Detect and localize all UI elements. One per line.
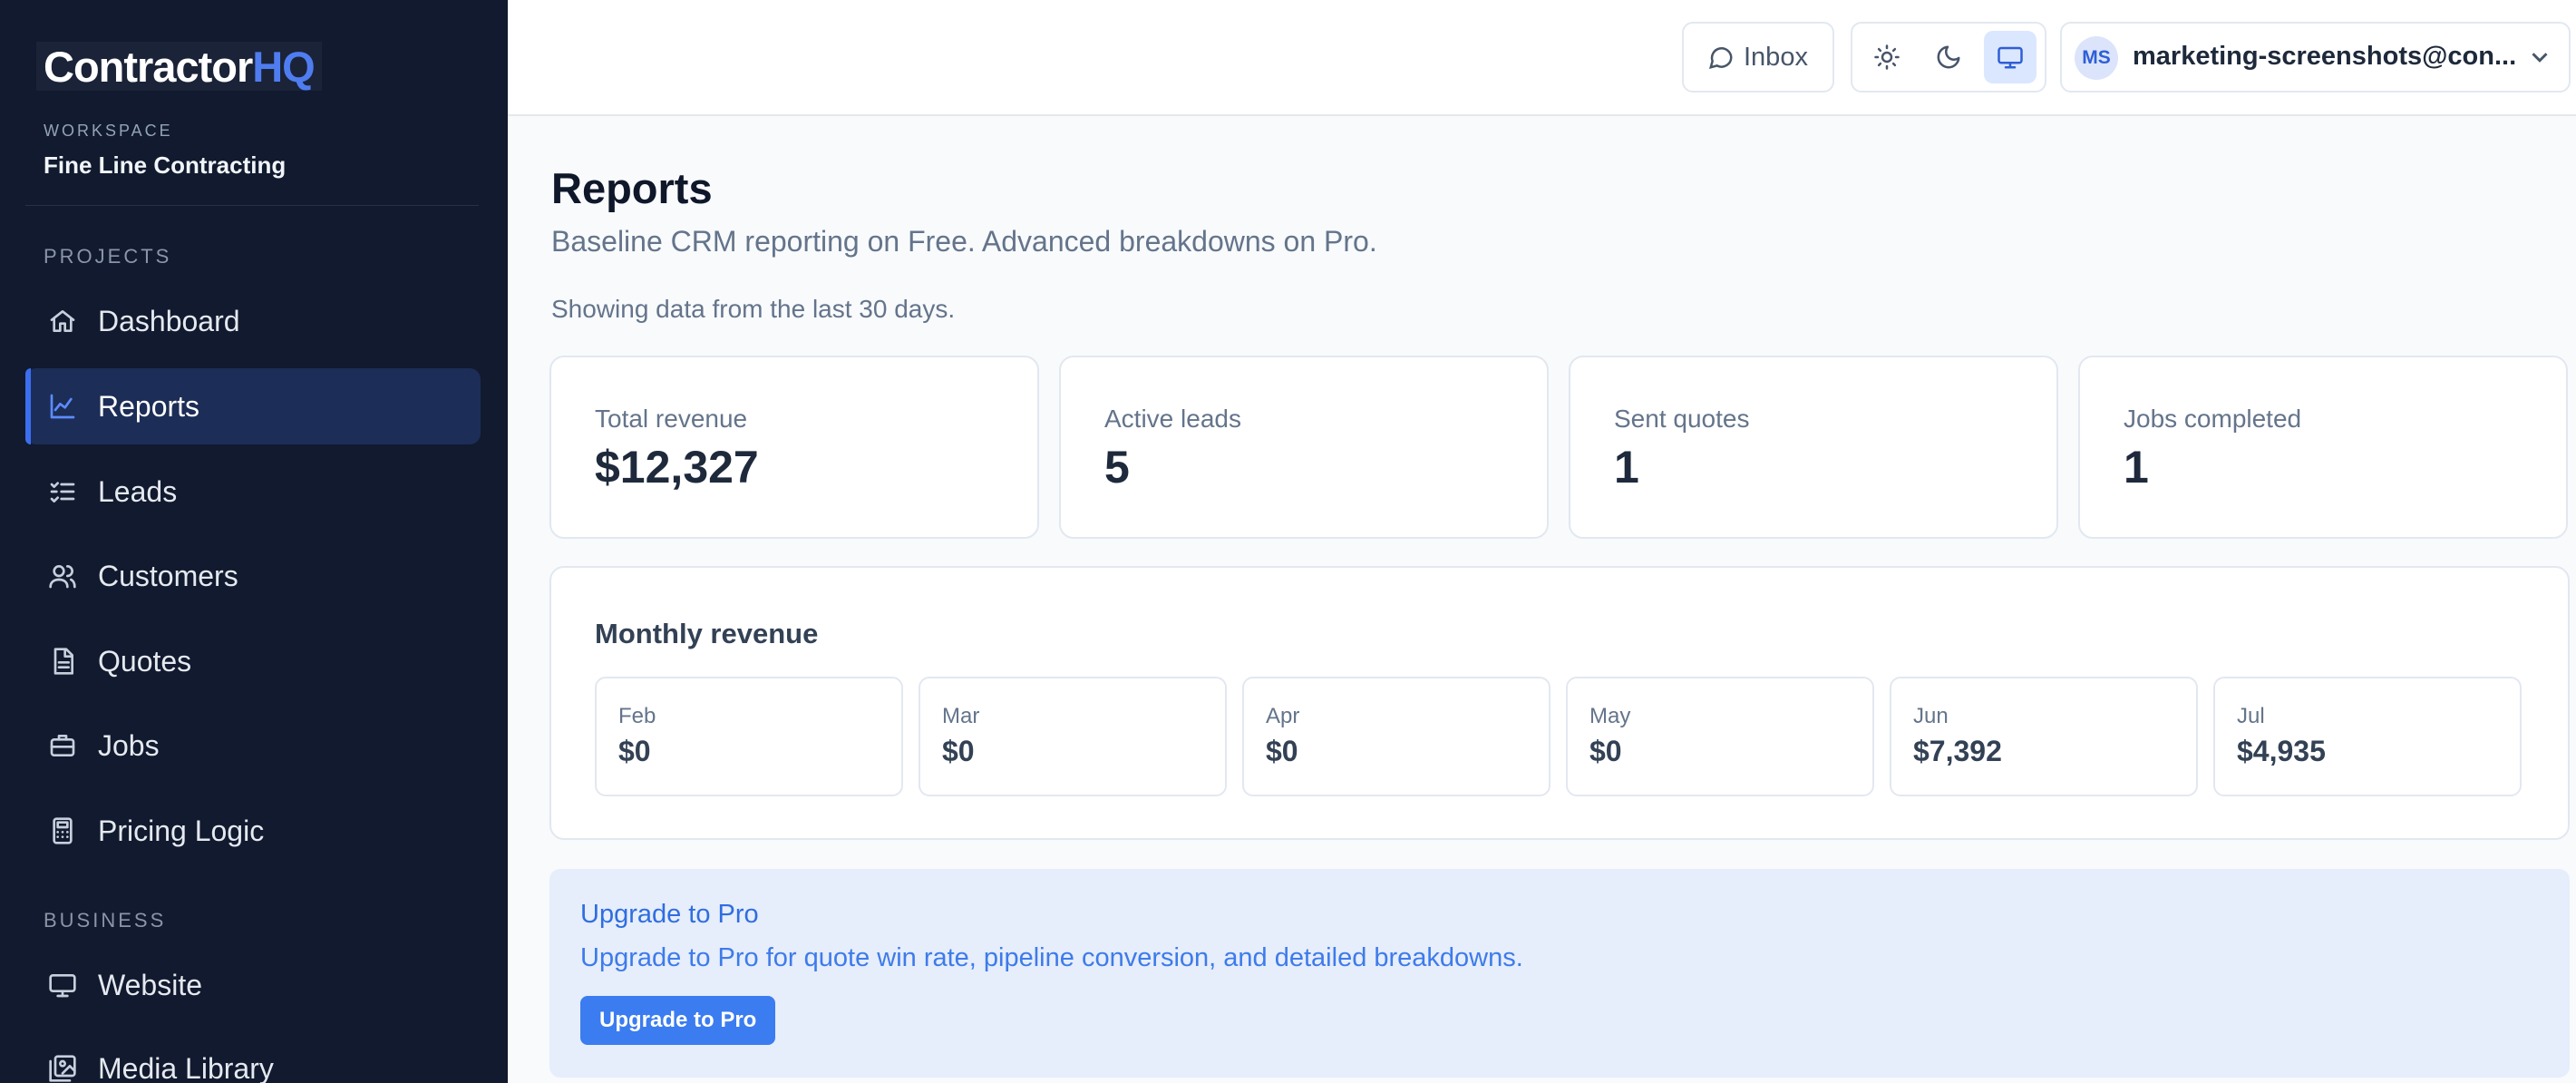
- upgrade-button[interactable]: Upgrade to Pro: [580, 996, 776, 1045]
- month-value: $0: [942, 735, 975, 767]
- inbox-label: Inbox: [1744, 42, 1808, 72]
- month-label: Jun: [1913, 704, 1949, 728]
- sidebar-item-label: Pricing Logic: [98, 814, 265, 847]
- home-icon: [47, 306, 78, 337]
- theme-system-button[interactable]: [1984, 31, 2036, 83]
- sidebar-item-quotes[interactable]: Quotes: [25, 623, 481, 699]
- stat-value: 1: [1614, 442, 1639, 493]
- inbox-button[interactable]: Inbox: [1682, 22, 1834, 93]
- sidebar-item-leads[interactable]: Leads: [25, 454, 481, 530]
- stat-label: Total revenue: [595, 405, 748, 433]
- stat-card-sent-quotes: Sent quotes 1: [1569, 356, 2058, 539]
- page-subtitle: Baseline CRM reporting on Free. Advanced…: [551, 225, 1377, 258]
- brand-name-accent: HQ: [252, 42, 315, 91]
- list-check-icon: [47, 476, 78, 507]
- sidebar-item-customers[interactable]: Customers: [25, 538, 481, 614]
- brand-logo[interactable]: Contractor HQ: [36, 42, 322, 91]
- topbar: Inbox MS marketing-screenshots@con...: [508, 0, 2576, 116]
- upgrade-banner: Upgrade to Pro Upgrade to Pro for quote …: [549, 869, 2570, 1078]
- account-menu[interactable]: MS marketing-screenshots@con...: [2060, 22, 2571, 93]
- users-icon: [47, 561, 78, 591]
- month-label: Jul: [2237, 704, 2265, 728]
- sidebar-item-label: Dashboard: [98, 304, 240, 337]
- stat-label: Jobs completed: [2124, 405, 2302, 433]
- stat-value: $12,327: [595, 442, 759, 493]
- month-card: Jul $4,935: [2213, 677, 2522, 796]
- monthly-revenue-title: Monthly revenue: [595, 618, 819, 649]
- theme-switcher: [1851, 22, 2046, 93]
- month-card: May $0: [1566, 677, 1874, 796]
- sidebar-item-label: Quotes: [98, 644, 192, 678]
- stat-card-active-leads: Active leads 5: [1059, 356, 1549, 539]
- sun-icon: [1874, 44, 1900, 70]
- stat-card-total-revenue: Total revenue $12,327: [549, 356, 1039, 539]
- sidebar: Contractor HQ WORKSPACE Fine Line Contrac…: [0, 0, 508, 1083]
- stat-label: Active leads: [1104, 405, 1241, 433]
- month-value: $0: [1589, 735, 1622, 767]
- sidebar-item-pricing-logic[interactable]: Pricing Logic: [25, 793, 481, 869]
- month-card: Jun $7,392: [1890, 677, 2198, 796]
- monthly-revenue-card: Monthly revenue Feb $0 Mar $0 Apr $0 May…: [549, 566, 2570, 840]
- sidebar-item-reports[interactable]: Reports: [25, 368, 481, 444]
- section-label-projects: PROJECTS: [44, 245, 172, 268]
- stat-label: Sent quotes: [1614, 405, 1750, 433]
- month-value: $0: [1266, 735, 1298, 767]
- stat-card-jobs-completed: Jobs completed 1: [2078, 356, 2568, 539]
- section-label-business: BUSINESS: [44, 909, 167, 932]
- theme-dark-button[interactable]: [1922, 31, 1975, 83]
- stat-value: 1: [2124, 442, 2149, 493]
- month-label: Apr: [1266, 704, 1300, 728]
- brand-name: Contractor: [44, 42, 253, 91]
- sidebar-item-dashboard[interactable]: Dashboard: [25, 283, 481, 359]
- monitor-icon: [47, 970, 78, 1000]
- sidebar-item-website[interactable]: Website: [25, 947, 481, 1023]
- month-label: Feb: [618, 704, 656, 728]
- month-value: $4,935: [2237, 735, 2326, 767]
- page-title: Reports: [551, 164, 713, 212]
- sidebar-item-label: Website: [98, 968, 203, 1001]
- sidebar-item-label: Customers: [98, 559, 238, 592]
- calculator-icon: [47, 815, 78, 846]
- avatar: MS: [2075, 36, 2118, 80]
- upgrade-heading: Upgrade to Pro: [580, 900, 759, 929]
- month-label: May: [1589, 704, 1631, 728]
- file-icon: [47, 646, 78, 677]
- divider: [25, 205, 479, 206]
- workspace-label: WORKSPACE: [44, 122, 173, 140]
- month-card: Apr $0: [1242, 677, 1550, 796]
- month-label: Mar: [942, 704, 980, 728]
- message-circle-icon: [1708, 47, 1733, 70]
- moon-icon: [1937, 45, 1960, 69]
- theme-light-button[interactable]: [1861, 31, 1913, 83]
- workspace-name[interactable]: Fine Line Contracting: [44, 151, 286, 180]
- sidebar-item-label: Media Library: [98, 1051, 274, 1083]
- account-email: marketing-screenshots@con...: [2133, 42, 2517, 71]
- monitor-icon: [1998, 46, 2023, 69]
- stat-value: 5: [1104, 442, 1130, 493]
- sidebar-item-label: Reports: [98, 389, 200, 423]
- month-value: $7,392: [1913, 735, 2002, 767]
- sidebar-item-media-library[interactable]: Media Library: [25, 1030, 481, 1083]
- sidebar-item-label: Jobs: [98, 728, 160, 762]
- upgrade-text: Upgrade to Pro for quote win rate, pipel…: [580, 943, 1523, 972]
- month-card: Feb $0: [595, 677, 903, 796]
- month-value: $0: [618, 735, 651, 767]
- month-card: Mar $0: [919, 677, 1227, 796]
- sidebar-item-label: Leads: [98, 474, 178, 508]
- chart-line-icon: [47, 391, 78, 422]
- image-icon: [47, 1053, 78, 1083]
- date-range-note: Showing data from the last 30 days.: [551, 295, 956, 323]
- briefcase-icon: [47, 730, 78, 761]
- sidebar-item-jobs[interactable]: Jobs: [25, 707, 481, 784]
- chevron-down-icon: [2526, 44, 2553, 71]
